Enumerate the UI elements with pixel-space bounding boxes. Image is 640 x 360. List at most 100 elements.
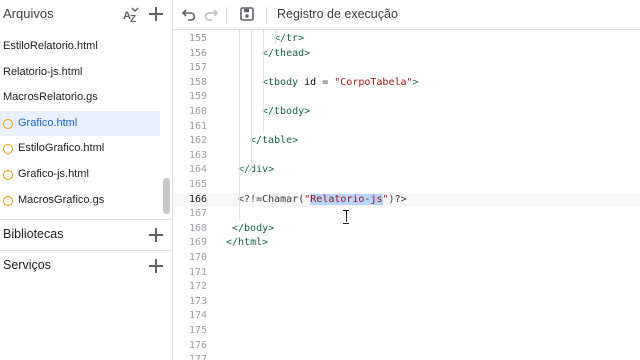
indent-guide <box>251 30 252 176</box>
code-token: </thead> <box>262 47 311 59</box>
code-line[interactable]: 166 <?!=Chamar("Relatorio-js")?> <box>173 192 640 208</box>
code-line[interactable]: 160 </tbody> <box>173 105 640 120</box>
line-number: 167 <box>188 208 207 220</box>
code-token: = <box>316 76 335 88</box>
redo-icon[interactable] <box>203 6 219 22</box>
code-line[interactable]: 177 <box>173 353 640 360</box>
add-service-icon[interactable] <box>148 258 164 274</box>
code-token: </html> <box>226 237 269 249</box>
line-number: 170 <box>188 252 207 263</box>
line-number: 169 <box>188 237 207 249</box>
code-line[interactable]: 170 <box>173 251 640 266</box>
code-line[interactable]: 168 </body> <box>173 222 640 237</box>
file-status-icon <box>3 195 13 206</box>
code-line[interactable]: 155 </tr> <box>173 32 640 47</box>
code-text: <tbody id = "CorpoTabela"> <box>262 76 419 91</box>
sort-az-icon[interactable]: A Z <box>122 6 140 24</box>
code-line[interactable]: 165 <box>173 178 640 193</box>
execution-log-button[interactable]: Registro de execução <box>277 7 398 21</box>
code-token: <?!=Chamar( <box>238 193 305 205</box>
file-status-icon <box>3 118 13 129</box>
file-list: EstiloRelatorio.html Relatorio-js.html Mac… <box>0 34 160 213</box>
code-line[interactable]: 159 <box>173 90 640 105</box>
code-line[interactable]: 172 <box>173 280 640 295</box>
file-name: Relatorio-js.html <box>3 65 83 78</box>
code-line[interactable]: 162 </table> <box>173 134 640 149</box>
code-line[interactable]: 167 <box>173 207 640 222</box>
code-token: </table> <box>250 135 299 147</box>
toolbar-separator <box>226 7 227 23</box>
file-item[interactable]: Relatorio-js.html <box>0 60 160 86</box>
code-line[interactable]: 156 </thead> <box>173 47 640 62</box>
code-text: </tbody> <box>262 105 310 120</box>
code-line[interactable]: 157 <box>173 61 640 76</box>
file-item[interactable]: MacrosGrafico.gs <box>0 188 160 214</box>
file-item[interactable]: EstiloRelatorio.html <box>0 34 160 60</box>
file-name: MacrosGrafico.gs <box>18 193 105 206</box>
save-icon[interactable] <box>239 6 255 22</box>
line-number: 161 <box>188 120 207 132</box>
code-line[interactable]: 161 <box>173 120 640 135</box>
code-text: </thead> <box>262 47 310 62</box>
line-number: 162 <box>188 135 207 147</box>
line-number: 171 <box>188 266 207 278</box>
code-token: )?> <box>388 193 407 205</box>
line-number: 158 <box>188 76 207 88</box>
line-number: 157 <box>188 62 207 74</box>
editor-toolbar: Registro de execução <box>173 0 640 30</box>
undo-icon[interactable] <box>181 6 197 22</box>
code-line[interactable]: 176 <box>173 339 640 354</box>
file-item[interactable]: MacrosRelatorio.gs <box>0 85 160 111</box>
line-number: 159 <box>188 91 207 103</box>
code-line[interactable]: 164 </div> <box>173 163 640 178</box>
mouse-cursor <box>343 210 349 224</box>
file-name: Grafico-js.html <box>18 167 89 180</box>
code-text: </html> <box>226 236 268 251</box>
code-token: "CorpoTabela" <box>334 76 413 88</box>
section-divider <box>0 219 172 220</box>
line-number: 163 <box>188 149 207 161</box>
selected-text: Relatorio-js <box>310 193 383 205</box>
file-item[interactable]: Grafico-js.html <box>0 162 160 188</box>
file-item[interactable]: EstiloGrafico.html <box>0 136 160 162</box>
sidebar-scrollbar[interactable] <box>163 178 170 214</box>
code-line[interactable]: 175 <box>173 324 640 339</box>
code-line[interactable]: 158 <tbody id = "CorpoTabela"> <box>173 76 640 91</box>
code-token: > <box>412 76 419 88</box>
code-token: </div> <box>238 164 275 176</box>
code-line[interactable]: 173 <box>173 295 640 310</box>
files-title: Arquivos <box>3 6 54 21</box>
line-number: 156 <box>188 47 207 59</box>
line-number: 175 <box>188 325 207 336</box>
file-name: Grafico.html <box>18 116 78 129</box>
indent-guide <box>263 30 264 132</box>
file-name: EstiloRelatorio.html <box>3 40 98 52</box>
line-number: 164 <box>188 164 207 176</box>
code-line[interactable]: 169 </html> <box>173 236 640 251</box>
code-text: </table> <box>250 134 298 149</box>
file-status-icon <box>3 144 13 155</box>
line-number: 160 <box>188 106 207 117</box>
line-number: 176 <box>188 339 207 351</box>
file-name: MacrosRelatorio.gs <box>3 91 98 104</box>
code-line[interactable]: 163 <box>173 149 640 164</box>
section-divider <box>0 250 172 251</box>
code-editor[interactable]: 155 </tr> 156 </thead> 157 158 <tbody id = "Co… <box>173 30 640 360</box>
indent-guide <box>239 30 240 220</box>
add-file-icon[interactable] <box>148 6 164 22</box>
line-number: 166 <box>188 193 207 205</box>
line-number: 174 <box>188 310 207 322</box>
file-name: EstiloGrafico.html <box>18 142 105 155</box>
code-token: id <box>304 76 317 88</box>
code-line[interactable]: 171 <box>173 266 640 281</box>
file-item[interactable]: Grafico.html <box>0 110 160 137</box>
code-text: </tr> <box>274 32 304 47</box>
add-library-icon[interactable] <box>148 227 164 243</box>
line-number: 165 <box>188 179 207 190</box>
code-token: </tr> <box>274 33 305 44</box>
code-text: </div> <box>238 163 274 178</box>
line-number: 177 <box>188 354 207 360</box>
code-token: </body> <box>232 222 275 234</box>
file-status-icon <box>3 169 13 180</box>
code-line[interactable]: 174 <box>173 309 640 324</box>
